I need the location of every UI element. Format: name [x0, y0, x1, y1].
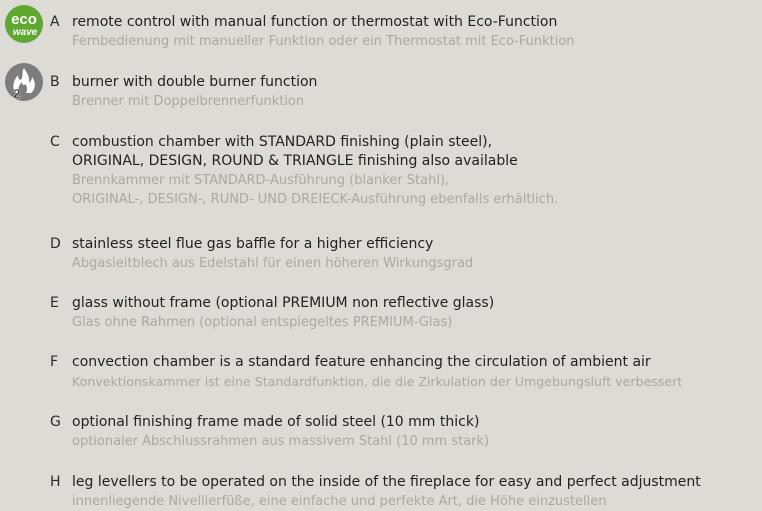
item-english-text: glass without frame (optional PREMIUM no…: [72, 295, 495, 311]
item-german-text: optionaler Abschlussrahmen aus massivem …: [72, 434, 490, 449]
eco-wave-badge-icon: eco wave: [4, 4, 44, 44]
item-letter: G: [50, 414, 61, 430]
item-letter: D: [50, 236, 61, 252]
item-english-text: optional finishing frame made of solid s…: [72, 414, 480, 430]
item-letter: E: [50, 295, 59, 311]
item-letter: H: [50, 474, 61, 490]
item-letter: A: [50, 14, 60, 30]
item-german-text: Brenner mit Doppelbrennerfunktion: [72, 94, 305, 109]
eco-badge-bottom-text: wave: [13, 27, 38, 38]
item-letter: C: [50, 134, 60, 150]
item-english-text: stainless steel flue gas baffle for a hi…: [72, 236, 434, 252]
double-burner-flame-icon: 2: [4, 62, 44, 102]
item-english-text: burner with double burner function: [72, 74, 318, 90]
item-english-text: remote control with manual function or t…: [72, 14, 558, 30]
item-english-text: convection chamber is a standard feature…: [72, 354, 651, 370]
item-german-text: Glas ohne Rahmen (optional entspiegeltes…: [72, 315, 453, 330]
item-german-text: Abgasleitblech aus Edelstahl für einen h…: [72, 256, 474, 271]
eco-badge-top-text: eco: [11, 11, 37, 28]
item-english-text: leg levellers to be operated on the insi…: [72, 474, 701, 490]
item-german-text: innenliegende Nivellierfüße, eine einfac…: [72, 494, 607, 509]
item-german-text: Fernbedienung mit manueller Funktion ode…: [72, 34, 575, 49]
item-letter: F: [50, 354, 59, 370]
item-english-text-line-2: ORIGINAL, DESIGN, ROUND & TRIANGLE finis…: [72, 153, 518, 169]
item-german-text-line-2: ORIGINAL-, DESIGN-, RUND- UND DREIECK-Au…: [72, 192, 559, 207]
item-letter: B: [50, 74, 60, 90]
item-german-text: Brennkammer mit STANDARD-Ausführung (bla…: [72, 173, 450, 188]
item-german-text: Konvektionskammer ist eine Standardfunkt…: [72, 374, 683, 389]
double-burner-number: 2: [13, 86, 20, 101]
item-english-text: combustion chamber with STANDARD finishi…: [72, 134, 493, 150]
